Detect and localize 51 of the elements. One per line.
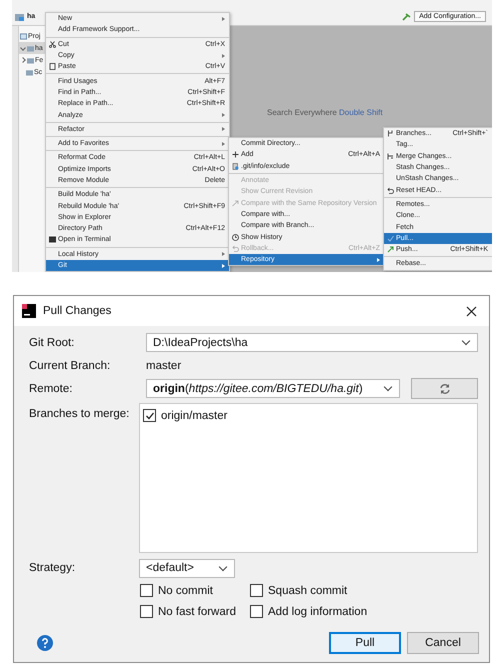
dialog-title: Pull Changes (43, 305, 112, 317)
panel-icon (20, 32, 27, 40)
close-icon[interactable] (466, 306, 477, 316)
field-label: Git Root: (29, 336, 76, 348)
submenu-arrow-icon (222, 252, 225, 256)
dialog-button[interactable]: Pull (329, 632, 401, 654)
editor-hint: Search Everywhere Double Shift (267, 108, 383, 117)
undo-icon (232, 244, 238, 252)
checkbox[interactable] (140, 605, 153, 618)
refresh-button[interactable] (411, 378, 478, 399)
submenu-arrow-icon (222, 127, 225, 132)
plus-icon (232, 151, 238, 158)
tree-chevron-icon[interactable] (20, 57, 26, 63)
file-icon (232, 162, 238, 170)
submenu-arrow-icon (222, 142, 225, 146)
field-label: Branches to merge: (29, 407, 130, 422)
checkbox[interactable] (140, 584, 153, 597)
checkbox-label: origin/master (161, 410, 228, 422)
submenu-arrow-icon (377, 258, 380, 262)
refresh-icon (438, 382, 450, 394)
checkbox[interactable] (250, 584, 263, 597)
submenu-arrow-icon (222, 264, 225, 268)
checkbox[interactable] (250, 605, 263, 618)
tree-chevron-icon[interactable] (20, 45, 26, 51)
undo-icon (386, 186, 394, 194)
app-logo-icon (22, 304, 36, 318)
git-root-dropdown[interactable]: D:\IdeaProjects\ha (146, 333, 478, 352)
field-label: Strategy: (29, 562, 76, 574)
submenu-arrow-icon (222, 54, 225, 58)
submenu-arrow-icon (222, 113, 225, 118)
dialog-button[interactable]: Cancel (407, 632, 479, 654)
remote-dropdown[interactable]: origin(https://gitee.com/BIGTEDU/ha.git) (146, 379, 400, 398)
checkbox-label: Squash commit (268, 584, 348, 596)
hammer-icon[interactable] (402, 12, 412, 20)
help-icon[interactable] (37, 635, 53, 651)
arrow-icon (386, 246, 394, 254)
checkbox[interactable] (143, 409, 156, 422)
scissors-icon (48, 40, 56, 48)
branch-icon (386, 130, 394, 138)
field-label: Current Branch: (29, 360, 112, 372)
checkbox-label: No commit (158, 584, 213, 596)
submenu-arrow-icon (222, 16, 225, 21)
current-branch-value: master (146, 360, 182, 372)
folder-icon (15, 12, 24, 20)
check-icon (386, 234, 394, 242)
merge-icon (386, 152, 394, 160)
field-label: Remote: (29, 382, 74, 394)
checkbox-label: Add log information (268, 606, 368, 618)
strategy-dropdown[interactable]: <default> (139, 558, 235, 578)
checkbox-label: No fast forward (158, 606, 236, 618)
clock-icon (232, 234, 238, 241)
